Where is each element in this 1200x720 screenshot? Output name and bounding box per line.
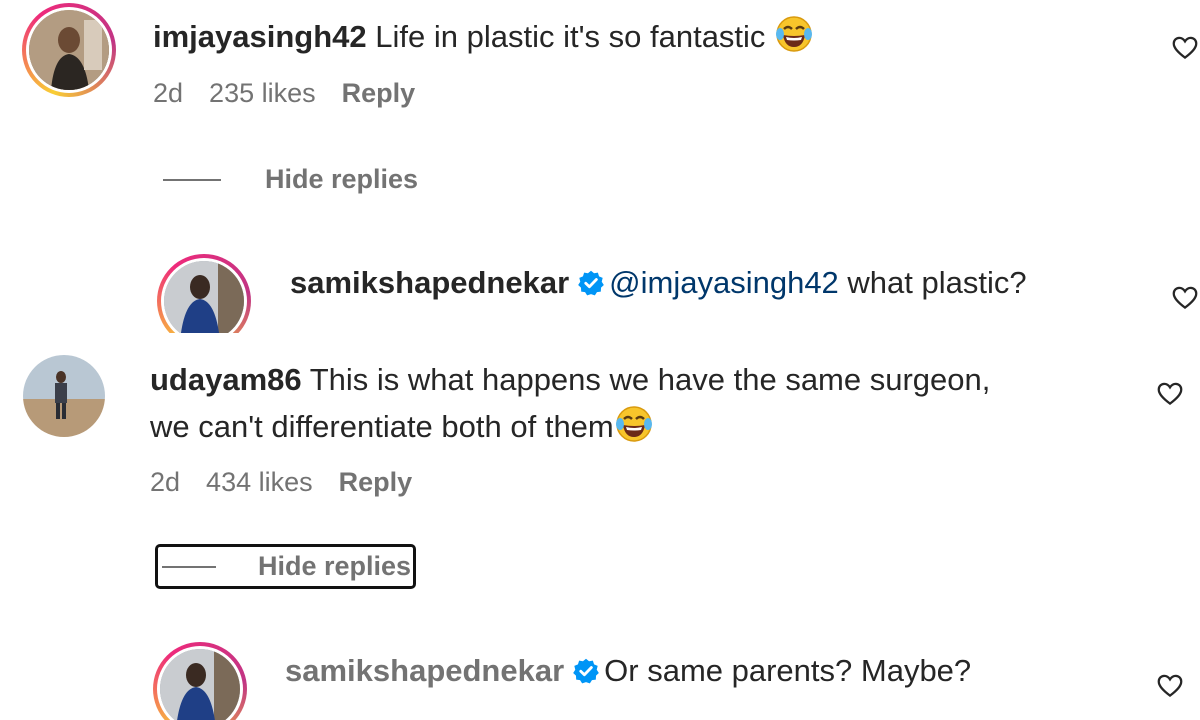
avatar-photo <box>160 649 240 720</box>
comment-likes[interactable]: 235 likes <box>209 78 316 108</box>
heart-outline-icon[interactable] <box>1170 32 1200 62</box>
mention-link[interactable]: @imjayasingh42 <box>609 265 839 300</box>
face-with-tears-of-joy-icon <box>776 16 813 52</box>
avatar[interactable] <box>22 3 116 97</box>
comment-text-line: imjayasingh42 Life in plastic it's so fa… <box>153 14 814 57</box>
avatar[interactable] <box>157 254 251 333</box>
reply-text: what plastic? <box>847 265 1027 300</box>
reply-button[interactable]: Reply <box>339 467 413 497</box>
hide-replies-label: Hide replies <box>258 551 412 581</box>
reply-text-line: samikshapednekar Or same parents? Maybe? <box>285 651 971 691</box>
divider <box>162 565 216 568</box>
comment-likes[interactable]: 434 likes <box>206 467 313 497</box>
reply-username[interactable]: samikshapednekar <box>290 265 569 300</box>
avatar-photo <box>23 355 105 437</box>
reply-username[interactable]: samikshapednekar <box>285 653 564 688</box>
comment-text-line: udayam86 This is what happens we have th… <box>150 360 990 400</box>
comment-meta: 2d 235 likes Reply <box>153 78 441 109</box>
comment-thread-top: imjayasingh42 Life in plastic it's so fa… <box>0 0 1200 333</box>
verified-badge-icon <box>573 658 599 684</box>
heart-outline-icon[interactable] <box>1170 282 1200 312</box>
verified-badge-icon <box>578 270 604 296</box>
comment-age: 2d <box>153 78 184 108</box>
reply-text: Or same parents? Maybe? <box>604 653 972 688</box>
avatar[interactable] <box>23 355 105 437</box>
reply-meta-cropped <box>290 325 590 333</box>
face-with-tears-of-joy-icon <box>615 406 652 442</box>
avatar[interactable] <box>153 642 247 720</box>
comment-meta: 2d 434 likes Reply <box>150 467 438 498</box>
avatar-photo <box>29 10 109 90</box>
comment-thread-bottom: udayam86 This is what happens we have th… <box>0 333 1200 720</box>
reply-meta-cropped <box>285 713 585 720</box>
reply-button[interactable]: Reply <box>342 78 416 108</box>
heart-outline-icon[interactable] <box>1155 378 1185 408</box>
comment-username[interactable]: udayam86 <box>150 362 302 397</box>
avatar-photo <box>164 261 244 333</box>
hide-replies-button[interactable]: Hide replies <box>155 544 417 589</box>
comment-text: This is what happens we have the same su… <box>309 362 991 397</box>
heart-outline-icon[interactable] <box>1155 670 1185 700</box>
comment-age: 2d <box>150 467 181 497</box>
hide-replies-label: Hide replies <box>265 164 419 194</box>
comment-text: we can't differentiate both of them <box>150 409 614 444</box>
divider <box>163 178 221 181</box>
comment-text: Life in plastic it's so fantastic <box>375 19 766 54</box>
hide-replies-button[interactable]: Hide replies <box>163 164 418 195</box>
comment-username[interactable]: imjayasingh42 <box>153 19 367 54</box>
reply-text-line: samikshapednekar @imjayasingh42 what pla… <box>290 263 1027 303</box>
comment-text-line-2: we can't differentiate both of them <box>150 404 654 447</box>
